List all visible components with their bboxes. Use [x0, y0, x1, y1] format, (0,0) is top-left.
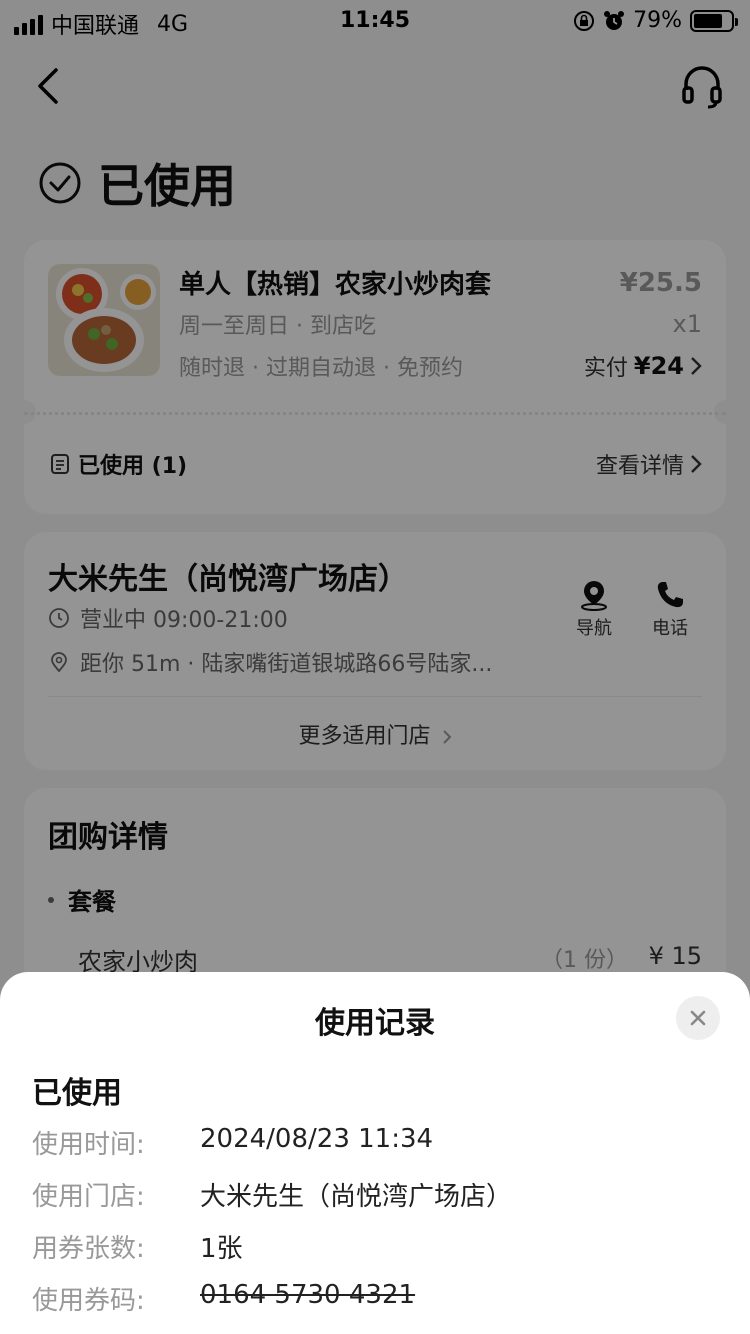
- record-label: 使用时间:: [32, 1130, 145, 1160]
- record-value: 1张: [200, 1234, 243, 1264]
- usage-status: 已使用: [32, 1076, 122, 1111]
- record-label: 用券张数:: [32, 1234, 145, 1264]
- record-row-time: 使用时间: 2024/08/23 11:34: [32, 1124, 433, 1161]
- close-button[interactable]: [676, 996, 720, 1040]
- sheet-title: 使用记录: [315, 1006, 435, 1041]
- close-icon: [690, 1010, 706, 1026]
- record-label: 使用券码:: [32, 1286, 145, 1316]
- voucher-code: 0164 5730 4321: [200, 1280, 416, 1310]
- record-value: 2024/08/23 11:34: [200, 1124, 434, 1154]
- record-value: 大米先生（尚悦湾广场店）: [200, 1182, 513, 1212]
- record-row-code: 使用券码: 0164 5730 4321: [32, 1280, 415, 1317]
- usage-record-sheet: 使用记录 已使用 使用时间: 2024/08/23 11:34 使用门店: 大米…: [0, 972, 750, 1334]
- record-row-count: 用券张数: 1张: [32, 1228, 243, 1265]
- record-row-store: 使用门店: 大米先生（尚悦湾广场店）: [32, 1176, 512, 1213]
- record-label: 使用门店:: [32, 1182, 145, 1212]
